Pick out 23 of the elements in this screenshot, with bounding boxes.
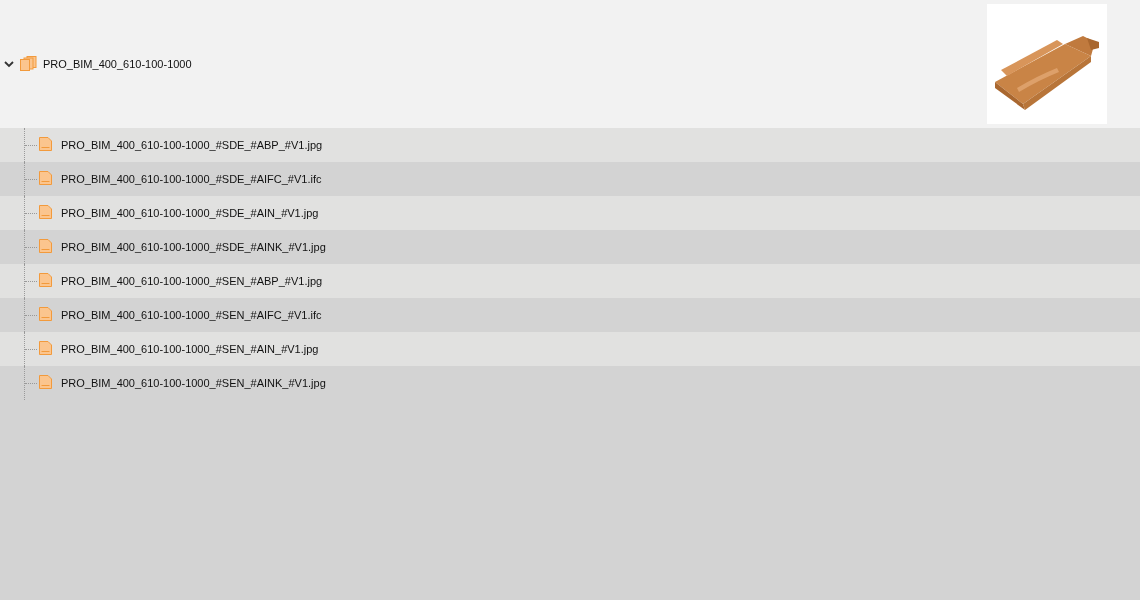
file-name: PRO_BIM_400_610-100-1000_#SDE_#AIN_#V1.jpg [61, 207, 319, 219]
file-name: PRO_BIM_400_610-100-1000_#SEN_#AIFC_#V1.ifc [61, 309, 322, 321]
file-name: PRO_BIM_400_610-100-1000_#SDE_#ABP_#V1.jpg [61, 139, 323, 151]
file-icon [39, 340, 52, 355]
file-name: PRO_BIM_400_610-100-1000_#SDE_#AINK_#V1.jpg [61, 241, 326, 253]
file-icon [39, 238, 52, 253]
file-name: PRO_BIM_400_610-100-1000_#SDE_#AIFC_#V1.ifc [61, 173, 322, 185]
file-row[interactable]: PRO_BIM_400_610-100-1000_#SEN_#AIN_#V1.jpg [0, 332, 1140, 366]
documents-stack-icon [20, 55, 37, 71]
file-icon [39, 170, 52, 185]
file-name: PRO_BIM_400_610-100-1000_#SEN_#AIN_#V1.jpg [61, 343, 319, 355]
file-icon [39, 204, 52, 219]
file-row[interactable]: PRO_BIM_400_610-100-1000_#SDE_#AIN_#V1.jpg [0, 196, 1140, 230]
file-row[interactable]: PRO_BIM_400_610-100-1000_#SEN_#ABP_#V1.jpg [0, 264, 1140, 298]
file-row[interactable]: PRO_BIM_400_610-100-1000_#SDE_#ABP_#V1.jpg [0, 128, 1140, 162]
folder-name[interactable]: PRO_BIM_400_610-100-1000 [43, 58, 192, 70]
file-icon [39, 272, 52, 287]
file-name: PRO_BIM_400_610-100-1000_#SEN_#AINK_#V1.jpg [61, 377, 326, 389]
file-icon [39, 306, 52, 321]
file-name: PRO_BIM_400_610-100-1000_#SEN_#ABP_#V1.jpg [61, 275, 323, 287]
collapse-chevron-icon[interactable] [3, 58, 15, 70]
file-icon [39, 374, 52, 389]
file-icon [39, 136, 52, 151]
